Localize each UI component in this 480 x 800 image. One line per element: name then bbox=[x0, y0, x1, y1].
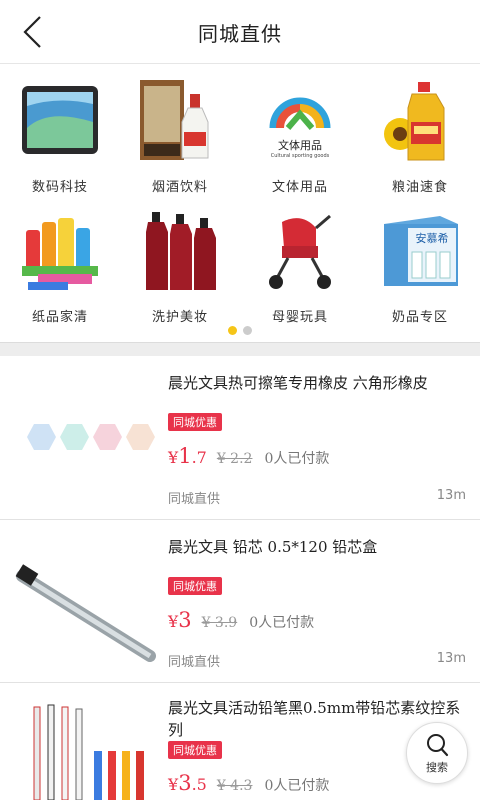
shop-name: 同城直供 bbox=[168, 655, 221, 670]
category-label: 洗护美妆 bbox=[151, 310, 208, 325]
page-title: 同城直供 bbox=[198, 22, 282, 46]
current-price: ¥3 bbox=[168, 608, 192, 632]
category-label: 母婴玩具 bbox=[271, 310, 328, 325]
category-digital[interactable]: 数码科技 bbox=[0, 78, 120, 195]
price-row: ¥1.7 ¥ 2.2 0人已付款 bbox=[168, 444, 329, 468]
original-price: ¥ 3.9 bbox=[201, 615, 238, 631]
discount-badge: 同城优惠 bbox=[168, 577, 222, 595]
shampoo-bottles-image bbox=[146, 212, 216, 290]
original-price: ¥ 4.3 bbox=[216, 778, 253, 794]
svg-text:文体用品: 文体用品 bbox=[278, 138, 322, 152]
price-row: ¥3.5 ¥ 4.3 0人已付款 bbox=[168, 771, 329, 795]
search-label: 搜索 bbox=[426, 761, 448, 774]
mechanical-pencils-image bbox=[33, 704, 144, 800]
hexagon-erasers-image bbox=[27, 424, 155, 450]
category-label: 粮油速食 bbox=[391, 180, 448, 195]
product-card[interactable]: 晨光文具 铅芯 0.5*120 铅芯盒 同城优惠 ¥3 ¥ 3.9 0人已付款 同城… bbox=[0, 520, 480, 683]
search-button[interactable]: 搜索 bbox=[406, 722, 468, 784]
category-stationery[interactable]: 文体用品 Cultural sporting goods 文体用品 bbox=[240, 78, 360, 195]
shop-name: 同城直供 bbox=[168, 492, 221, 507]
distance: 13m bbox=[436, 488, 466, 503]
discount-badge: 同城优惠 bbox=[168, 413, 222, 431]
category-baby-toys[interactable]: 母婴玩具 bbox=[240, 208, 360, 325]
carousel-pager bbox=[0, 326, 480, 335]
category-label: 纸品家清 bbox=[31, 310, 88, 325]
paid-count: 0人已付款 bbox=[264, 778, 330, 794]
category-label: 文体用品 bbox=[271, 180, 328, 195]
discount-badge: 同城优惠 bbox=[168, 741, 222, 759]
liquor-bottle-image bbox=[140, 80, 209, 160]
category-beauty[interactable]: 洗护美妆 bbox=[120, 208, 240, 325]
pager-dot[interactable] bbox=[243, 326, 252, 335]
product-card[interactable]: 晨光文具热可擦笔专用橡皮 六角形橡皮 同城优惠 ¥1.7 ¥ 2.2 0人已付款 同… bbox=[0, 356, 480, 520]
product-title[interactable]: 晨光文具 铅芯 0.5*120 铅芯盒 bbox=[168, 536, 468, 558]
cooking-oil-image bbox=[384, 82, 445, 161]
current-price: ¥1.7 bbox=[168, 444, 207, 468]
paid-count: 0人已付款 bbox=[249, 615, 315, 631]
distance: 13m bbox=[436, 651, 466, 666]
category-dairy[interactable]: 安慕希 奶品专区 bbox=[360, 208, 480, 325]
top-bar: 同城直供 bbox=[0, 0, 480, 64]
product-title[interactable]: 晨光文具热可擦笔专用橡皮 六角形橡皮 bbox=[168, 372, 468, 394]
cleaning-supplies-image bbox=[22, 218, 98, 290]
stationery-logo-image: 文体用品 Cultural sporting goods bbox=[258, 78, 342, 162]
current-price: ¥3.5 bbox=[168, 771, 207, 795]
milk-box-image: 安慕希 bbox=[384, 216, 458, 286]
price-row: ¥3 ¥ 3.9 0人已付款 bbox=[168, 608, 314, 632]
search-icon bbox=[427, 734, 449, 757]
section-divider bbox=[0, 342, 480, 356]
category-grain-oil[interactable]: 粮油速食 bbox=[360, 78, 480, 195]
paid-count: 0人已付款 bbox=[264, 451, 330, 467]
svg-text:Cultural sporting goods: Cultural sporting goods bbox=[271, 153, 330, 159]
original-price: ¥ 2.2 bbox=[216, 451, 253, 467]
category-label: 奶品专区 bbox=[391, 310, 448, 325]
category-liquor[interactable]: 烟酒饮料 bbox=[120, 78, 240, 195]
category-label: 数码科技 bbox=[31, 180, 88, 195]
smartphone-image bbox=[22, 86, 98, 154]
pager-dot-active[interactable] bbox=[228, 326, 237, 335]
category-grid: 数码科技 烟酒饮料 文体用品 Cultural sporting goods 文… bbox=[0, 64, 480, 342]
category-label: 烟酒饮料 bbox=[151, 180, 208, 195]
baby-stroller-image bbox=[269, 214, 331, 289]
pencil-lead-tube-image bbox=[15, 564, 156, 662]
category-paper-cleaning[interactable]: 纸品家清 bbox=[0, 208, 120, 325]
svg-text:安慕希: 安慕希 bbox=[416, 231, 449, 245]
